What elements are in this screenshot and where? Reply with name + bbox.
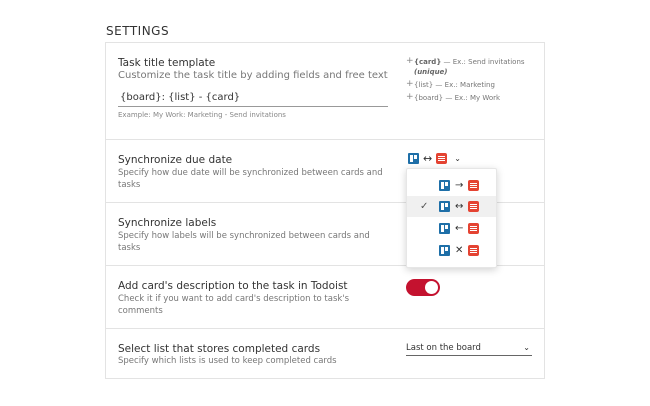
completed-list-label: Select list that stores completed cards xyxy=(118,343,321,355)
close-icon: ✕ xyxy=(455,245,464,256)
sync-direction-menu: → ✓ ↔ ← ✕ xyxy=(406,168,497,268)
trello-icon xyxy=(439,201,450,212)
arrow-left-icon: ← xyxy=(455,223,464,234)
labels-description: Specify how labels will be synchronized … xyxy=(118,231,370,253)
todoist-icon xyxy=(436,153,448,164)
hint-card[interactable]: + {card} — Ex.: Send invitations (unique) xyxy=(406,57,536,77)
due-date-description: Specify how due date will be synchronize… xyxy=(118,168,383,190)
completed-list-value: Last on the board xyxy=(406,343,481,353)
sync-option-two-way[interactable]: ✓ ↔ xyxy=(407,196,496,217)
task-title-example: Example: My Work: Marketing - Send invit… xyxy=(118,111,286,119)
trello-icon xyxy=(439,223,450,234)
sync-direction-icon: ↔ xyxy=(423,152,433,165)
plus-icon: + xyxy=(406,79,414,89)
hint-list[interactable]: + {list} — Ex.: Marketing xyxy=(406,80,536,90)
template-field-hints: + {card} — Ex.: Send invitations (unique)… xyxy=(406,57,536,106)
todoist-icon xyxy=(468,180,480,191)
hint-board[interactable]: + {board} — Ex.: My Work xyxy=(406,93,536,103)
completed-list-select[interactable]: Last on the board ⌄ xyxy=(406,342,532,356)
card-description-label: Add card's description to the task in To… xyxy=(118,280,348,292)
chevron-down-icon: ⌄ xyxy=(523,343,530,352)
todoist-icon xyxy=(468,223,480,234)
todoist-icon xyxy=(468,245,480,256)
todoist-icon xyxy=(468,201,480,212)
task-title-description: Customize the task title by adding field… xyxy=(118,70,388,81)
plus-icon: + xyxy=(406,92,414,102)
due-date-sync-dropdown[interactable]: ↔ ⌄ xyxy=(408,152,461,165)
trello-icon xyxy=(408,153,419,164)
card-description-row: Add card's description to the task in To… xyxy=(106,266,544,329)
settings-heading: SETTINGS xyxy=(106,24,170,38)
task-title-row: Task title template Customize the task t… xyxy=(106,43,544,140)
card-description-description: Check it if you want to add card's descr… xyxy=(118,294,350,316)
arrow-right-icon: → xyxy=(455,180,464,191)
plus-icon: + xyxy=(406,56,414,66)
check-icon: ✓ xyxy=(420,201,429,212)
sync-option-trello-to-todoist[interactable]: → xyxy=(407,175,496,196)
trello-icon xyxy=(439,245,450,256)
completed-list-description: Specify which lists is used to keep comp… xyxy=(118,356,337,366)
trello-icon xyxy=(439,180,450,191)
chevron-down-icon: ⌄ xyxy=(454,154,461,163)
arrow-both-icon: ↔ xyxy=(455,201,464,212)
task-title-label: Task title template xyxy=(118,57,216,69)
completed-list-row: Select list that stores completed cards … xyxy=(106,329,544,380)
due-date-label: Synchronize due date xyxy=(118,154,233,166)
task-title-template-input[interactable]: {board}: {list} - {card} xyxy=(118,91,388,107)
sync-option-todoist-to-trello[interactable]: ← xyxy=(407,218,496,239)
labels-label: Synchronize labels xyxy=(118,217,217,229)
sync-option-none[interactable]: ✕ xyxy=(407,240,496,261)
toggle-knob xyxy=(425,281,438,294)
card-description-toggle[interactable] xyxy=(406,279,440,296)
